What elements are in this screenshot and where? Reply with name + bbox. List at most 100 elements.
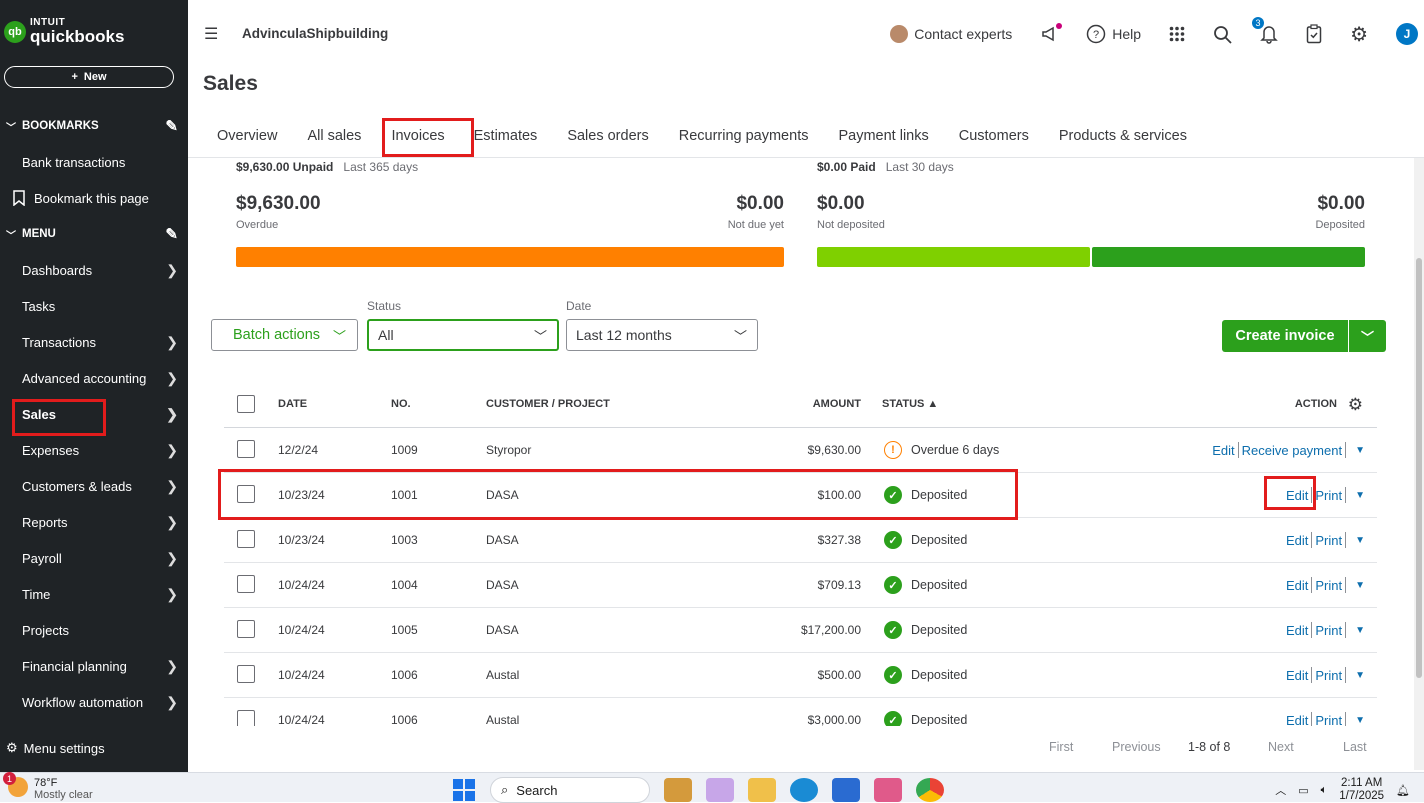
tab-payment-links[interactable]: Payment links: [823, 118, 943, 158]
edge-browser-icon[interactable]: [790, 778, 818, 802]
row-checkbox[interactable]: [237, 485, 255, 503]
page-scrollbar[interactable]: [1414, 158, 1424, 770]
create-invoice-dropdown-chevron-icon[interactable]: ﹀: [1349, 327, 1386, 346]
edit-link[interactable]: Edit: [1212, 443, 1234, 458]
more-actions-caret-icon[interactable]: ▼: [1355, 580, 1365, 591]
store-app-icon[interactable]: [832, 778, 860, 802]
bookmarks-section-header[interactable]: ﹀ BOOKMARKS ✎: [0, 114, 188, 138]
edit-link[interactable]: Edit: [1286, 488, 1308, 503]
create-invoice-button[interactable]: Create invoice ﹀: [1222, 320, 1386, 352]
print-link[interactable]: Print: [1315, 713, 1342, 727]
column-amount[interactable]: AMOUNT: [813, 398, 861, 410]
print-link[interactable]: Print: [1315, 533, 1342, 548]
deposited-bar[interactable]: [1092, 247, 1365, 267]
apps-grid-button[interactable]: [1169, 26, 1185, 42]
table-row[interactable]: 10/23/24 1003 DASA $327.38 ✓ Deposited Ed…: [224, 518, 1377, 563]
tab-all-sales[interactable]: All sales: [292, 118, 376, 158]
edit-link[interactable]: Edit: [1286, 533, 1308, 548]
chevron-up-icon[interactable]: ︿: [1275, 782, 1286, 798]
chrome-browser-icon[interactable]: [916, 778, 944, 802]
row-checkbox[interactable]: [237, 530, 255, 548]
table-row[interactable]: 10/24/24 1004 DASA $709.13 ✓ Deposited Ed…: [224, 563, 1377, 608]
table-row[interactable]: 10/24/24 1006 Austal $500.00 ✓ Deposited …: [224, 653, 1377, 698]
notifications-button[interactable]: 3: [1252, 17, 1278, 44]
row-checkbox[interactable]: [237, 440, 255, 458]
announcements-button[interactable]: [1040, 23, 1063, 43]
table-row[interactable]: 12/2/24 1009 Styropor $9,630.00 ! Overdue…: [224, 428, 1377, 473]
edit-link[interactable]: Edit: [1286, 623, 1308, 638]
sidebar-item-expenses[interactable]: Expenses ❯: [0, 435, 188, 465]
row-checkbox[interactable]: [237, 620, 255, 638]
table-row[interactable]: 10/24/24 1005 DASA $17,200.00 ✓ Deposited…: [224, 608, 1377, 653]
menu-settings-button[interactable]: ⚙ Menu settings: [6, 740, 105, 756]
tab-customers[interactable]: Customers: [944, 118, 1044, 158]
sidebar-item-time[interactable]: Time ❯: [0, 579, 188, 609]
sidebar-item-transactions[interactable]: Transactions ❯: [0, 327, 188, 357]
tab-overview[interactable]: Overview: [202, 118, 292, 158]
edit-link[interactable]: Edit: [1286, 578, 1308, 593]
settings-button[interactable]: ⚙: [1350, 22, 1368, 47]
print-link[interactable]: Print: [1315, 668, 1342, 683]
tab-estimates[interactable]: Estimates: [474, 118, 553, 158]
new-button[interactable]: + New: [4, 66, 174, 88]
scrollbar-thumb[interactable]: [1416, 258, 1422, 678]
pager-previous[interactable]: Previous: [1112, 740, 1161, 754]
pager-next[interactable]: Next: [1268, 740, 1294, 754]
edit-link[interactable]: Edit: [1286, 713, 1308, 727]
search-button[interactable]: [1213, 25, 1232, 44]
bookmark-bank-transactions[interactable]: Bank transactions: [0, 147, 188, 177]
sidebar-item-projects[interactable]: Projects: [0, 615, 188, 645]
sidebar-item-tasks[interactable]: Tasks: [0, 291, 188, 321]
row-checkbox[interactable]: [237, 710, 255, 726]
more-actions-caret-icon[interactable]: ▼: [1355, 715, 1365, 726]
edit-bookmarks-pencil-icon[interactable]: ✎: [165, 117, 178, 135]
briefcase-app-icon[interactable]: [664, 778, 692, 802]
overdue-bar[interactable]: [236, 247, 784, 267]
sidebar-item-customers-leads[interactable]: Customers & leads ❯: [0, 471, 188, 501]
not-due-amount[interactable]: $0.00: [736, 193, 784, 215]
more-actions-caret-icon[interactable]: ▼: [1355, 535, 1365, 546]
print-link[interactable]: Print: [1315, 488, 1342, 503]
copilot-app-icon[interactable]: [706, 778, 734, 802]
system-clock[interactable]: 2:11 AM 1/7/2025: [1339, 777, 1384, 803]
quickbooks-logo[interactable]: qb INTUIT quickbooks: [4, 18, 124, 45]
date-filter-dropdown[interactable]: Last 12 months ﹀: [566, 319, 758, 351]
overdue-amount[interactable]: $9,630.00: [236, 193, 321, 215]
sidebar-item-workflow-automation[interactable]: Workflow automation ❯: [0, 687, 188, 717]
print-link[interactable]: Print: [1315, 578, 1342, 593]
edit-menu-pencil-icon[interactable]: ✎: [165, 225, 178, 243]
menu-section-header[interactable]: ﹀ MENU ✎: [0, 222, 188, 246]
more-actions-caret-icon[interactable]: ▼: [1355, 490, 1365, 501]
row-checkbox[interactable]: [237, 575, 255, 593]
column-date[interactable]: DATE: [278, 398, 307, 410]
batch-actions-dropdown[interactable]: Batch actions ﹀: [211, 319, 358, 351]
user-avatar[interactable]: J: [1396, 23, 1418, 45]
tab-invoices[interactable]: Invoices: [376, 118, 473, 158]
collapse-menu-icon[interactable]: ☰: [204, 24, 218, 44]
tab-sales-orders[interactable]: Sales orders: [552, 118, 663, 158]
status-filter-dropdown[interactable]: All ﹀: [367, 319, 559, 351]
column-customer[interactable]: CUSTOMER / PROJECT: [486, 398, 610, 410]
table-row[interactable]: 10/23/24 1001 DASA $100.00 ✓ Deposited Ed…: [224, 473, 1377, 518]
pager-last[interactable]: Last: [1343, 740, 1367, 754]
tasks-clipboard-button[interactable]: [1306, 24, 1322, 44]
more-actions-caret-icon[interactable]: ▼: [1355, 445, 1365, 456]
taskbar-search[interactable]: ⌕ Search: [490, 777, 650, 803]
sidebar-item-payroll[interactable]: Payroll ❯: [0, 543, 188, 573]
column-status[interactable]: STATUS ▲: [882, 398, 938, 410]
bookmark-this-page[interactable]: Bookmark this page: [0, 183, 188, 213]
edit-link[interactable]: Edit: [1286, 668, 1308, 683]
sidebar-item-dashboards[interactable]: Dashboards ❯: [0, 255, 188, 285]
print-link[interactable]: Print: [1315, 623, 1342, 638]
file-explorer-icon[interactable]: [748, 778, 776, 802]
table-row[interactable]: 10/24/24 1006 Austal $3,000.00 ✓ Deposite…: [224, 698, 1377, 726]
column-no[interactable]: NO.: [391, 398, 411, 410]
not-deposited-bar[interactable]: [817, 247, 1090, 267]
deposited-amount[interactable]: $0.00: [1317, 193, 1365, 215]
sidebar-item-advanced-accounting[interactable]: Advanced accounting ❯: [0, 363, 188, 393]
table-settings-gear-icon[interactable]: ⚙: [1348, 395, 1363, 415]
contact-experts-button[interactable]: Contact experts: [890, 25, 1012, 43]
help-button[interactable]: ? Help: [1086, 24, 1141, 44]
snipping-tool-icon[interactable]: [874, 778, 902, 802]
windows-start-icon[interactable]: [452, 778, 476, 802]
